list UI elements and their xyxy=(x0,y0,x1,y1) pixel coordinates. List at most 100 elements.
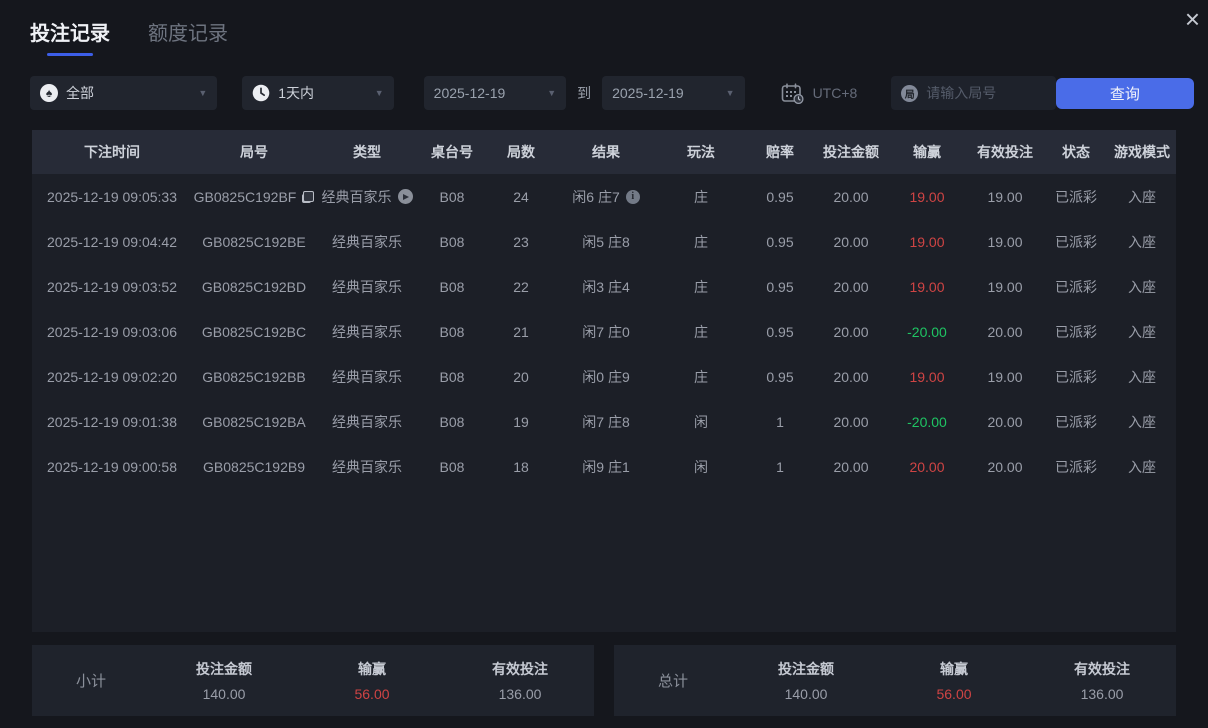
cell-valid-bet-text: 20.00 xyxy=(987,413,1023,430)
cell-bet-amount: 20.00 xyxy=(814,369,888,385)
time-range-dropdown[interactable]: 1天内 ▼ xyxy=(242,76,394,110)
subtotal-win-loss: 输赢 56.00 xyxy=(298,659,446,702)
cell-valid-bet: 19.00 xyxy=(966,189,1044,205)
column-header-5: 结果 xyxy=(592,144,620,160)
cell-table-no-text: B08 xyxy=(439,413,465,430)
round-search-input[interactable] xyxy=(926,85,1046,101)
info-icon[interactable]: i xyxy=(625,189,640,204)
cell-win-loss-text: -20.00 xyxy=(907,413,947,430)
cell-round-count-text: 19 xyxy=(513,413,529,430)
cell-round-id-text: GB0825C192BE xyxy=(202,233,306,250)
close-icon[interactable]: × xyxy=(1185,4,1200,35)
cell-bet-time: 2025-12-19 09:03:06 xyxy=(32,324,192,340)
cell-round-count-text: 18 xyxy=(513,458,529,475)
column-header-3: 桌台号 xyxy=(431,144,473,160)
cell-game-type: 经典百家乐 xyxy=(316,412,418,432)
cell-win-loss: 19.00 xyxy=(888,189,966,205)
game-type-value: 全部 xyxy=(66,85,94,101)
cell-table-no-text: B08 xyxy=(439,323,465,340)
query-button[interactable]: 查询 xyxy=(1055,77,1195,109)
replay-icon[interactable] xyxy=(397,189,413,204)
cell-valid-bet: 19.00 xyxy=(966,234,1044,250)
time-range-value: 1天内 xyxy=(278,85,315,101)
cell-round-count: 21 xyxy=(486,324,556,340)
cell-round-id-text: GB0825C192B9 xyxy=(203,458,305,475)
cell-result: 闲5 庄8 xyxy=(556,232,656,252)
date-to-dropdown[interactable]: 2025-12-19 ▼ xyxy=(602,76,745,110)
cell-table-no: B08 xyxy=(418,369,486,385)
cell-game-type: 经典百家乐 xyxy=(316,457,418,477)
total-valid-bet: 有效投注 136.00 xyxy=(1028,659,1176,702)
stat-value: 56.00 xyxy=(936,686,972,702)
cell-play-text: 庄 xyxy=(694,368,708,385)
cell-valid-bet-text: 20.00 xyxy=(987,323,1023,340)
cell-round-count-text: 24 xyxy=(513,188,529,205)
cell-odds: 0.95 xyxy=(746,189,814,205)
cell-win-loss: -20.00 xyxy=(888,414,966,430)
cell-play-text: 闲 xyxy=(694,413,708,430)
date-from-dropdown[interactable]: 2025-12-19 ▼ xyxy=(423,76,567,110)
cell-table-no: B08 xyxy=(418,234,486,250)
cell-bet-time: 2025-12-19 09:03:52 xyxy=(32,279,192,295)
cell-round-id: GB0825C192BE xyxy=(192,234,316,250)
cell-bet-amount: 20.00 xyxy=(814,414,888,430)
cell-odds: 0.95 xyxy=(746,369,814,385)
cell-game-type: 经典百家乐 xyxy=(316,322,418,342)
cell-round-id: GB0825C192BF xyxy=(192,189,316,205)
cell-table-no: B08 xyxy=(418,459,486,475)
cell-game-mode-text: 入座 xyxy=(1128,278,1156,295)
round-search-box: 局 xyxy=(891,76,1056,110)
stat-value: 140.00 xyxy=(202,686,246,702)
total-label: 总计 xyxy=(658,673,689,690)
cell-valid-bet: 19.00 xyxy=(966,279,1044,295)
cell-status-text: 已派彩 xyxy=(1055,278,1097,295)
cell-win-loss-text: 19.00 xyxy=(909,368,945,385)
cell-game-mode-text: 入座 xyxy=(1128,413,1156,430)
cell-odds-text: 0.95 xyxy=(766,323,794,340)
cell-result: 闲7 庄8 xyxy=(556,412,656,432)
column-header-4: 局数 xyxy=(507,144,535,160)
chevron-down-icon: ▼ xyxy=(725,88,735,98)
subtotal-label: 小计 xyxy=(76,673,107,690)
table-row: 2025-12-19 09:03:52 GB0825C192BD 经典百家乐 B08 2… xyxy=(32,264,1176,309)
total-win-loss: 输赢 56.00 xyxy=(880,659,1028,702)
cell-game-type-text: 经典百家乐 xyxy=(332,278,402,295)
cell-win-loss: 19.00 xyxy=(888,234,966,250)
calendar-clock-icon[interactable] xyxy=(781,82,804,104)
tab-bet-records[interactable]: 投注记录 xyxy=(30,17,110,56)
cell-round-count-text: 20 xyxy=(513,368,529,385)
cell-table-no: B08 xyxy=(418,279,486,295)
cell-play: 庄 xyxy=(656,322,746,342)
stat-value: 140.00 xyxy=(784,686,828,702)
tab-quota-records[interactable]: 额度记录 xyxy=(148,17,228,56)
cell-round-id-text: GB0825C192BA xyxy=(202,413,306,430)
stat-label: 投注金额 xyxy=(196,661,253,677)
cell-play-text: 庄 xyxy=(694,233,708,250)
stat-label: 投注金额 xyxy=(778,661,835,677)
cell-game-type-text: 经典百家乐 xyxy=(332,413,402,430)
cell-table-no: B08 xyxy=(418,324,486,340)
cell-odds-text: 0.95 xyxy=(766,278,794,295)
cell-status: 已派彩 xyxy=(1044,232,1108,252)
subtotal-bet-amount: 投注金额 140.00 xyxy=(150,659,298,702)
cell-bet-time-text: 2025-12-19 09:00:58 xyxy=(47,458,177,475)
cell-odds: 1 xyxy=(746,414,814,430)
cell-round-id-text: GB0825C192BF xyxy=(193,188,297,205)
cell-result-text: 闲7 庄8 xyxy=(582,413,630,430)
cell-result: 闲9 庄1 xyxy=(556,457,656,477)
date-from-value: 2025-12-19 xyxy=(433,85,506,101)
cell-game-mode-text: 入座 xyxy=(1128,368,1156,385)
game-type-dropdown[interactable]: ♠ 全部 ▼ xyxy=(30,76,218,110)
cell-bet-time-text: 2025-12-19 09:03:06 xyxy=(47,323,177,340)
summary-bar: 小计 投注金额 140.00 输赢 56.00 有效投注 136.00 总计 投… xyxy=(32,645,1176,716)
cell-status: 已派彩 xyxy=(1044,412,1108,432)
column-header-7: 赔率 xyxy=(766,144,794,160)
copy-icon[interactable] xyxy=(302,190,315,203)
cell-status-text: 已派彩 xyxy=(1055,413,1097,430)
cell-odds-text: 0.95 xyxy=(766,188,794,205)
cell-bet-amount-text: 20.00 xyxy=(833,368,869,385)
chevron-down-icon: ▼ xyxy=(374,88,384,98)
cell-status: 已派彩 xyxy=(1044,322,1108,342)
cell-round-count-text: 22 xyxy=(513,278,529,295)
table-row: 2025-12-19 09:02:20 GB0825C192BB 经典百家乐 B08 2… xyxy=(32,354,1176,399)
